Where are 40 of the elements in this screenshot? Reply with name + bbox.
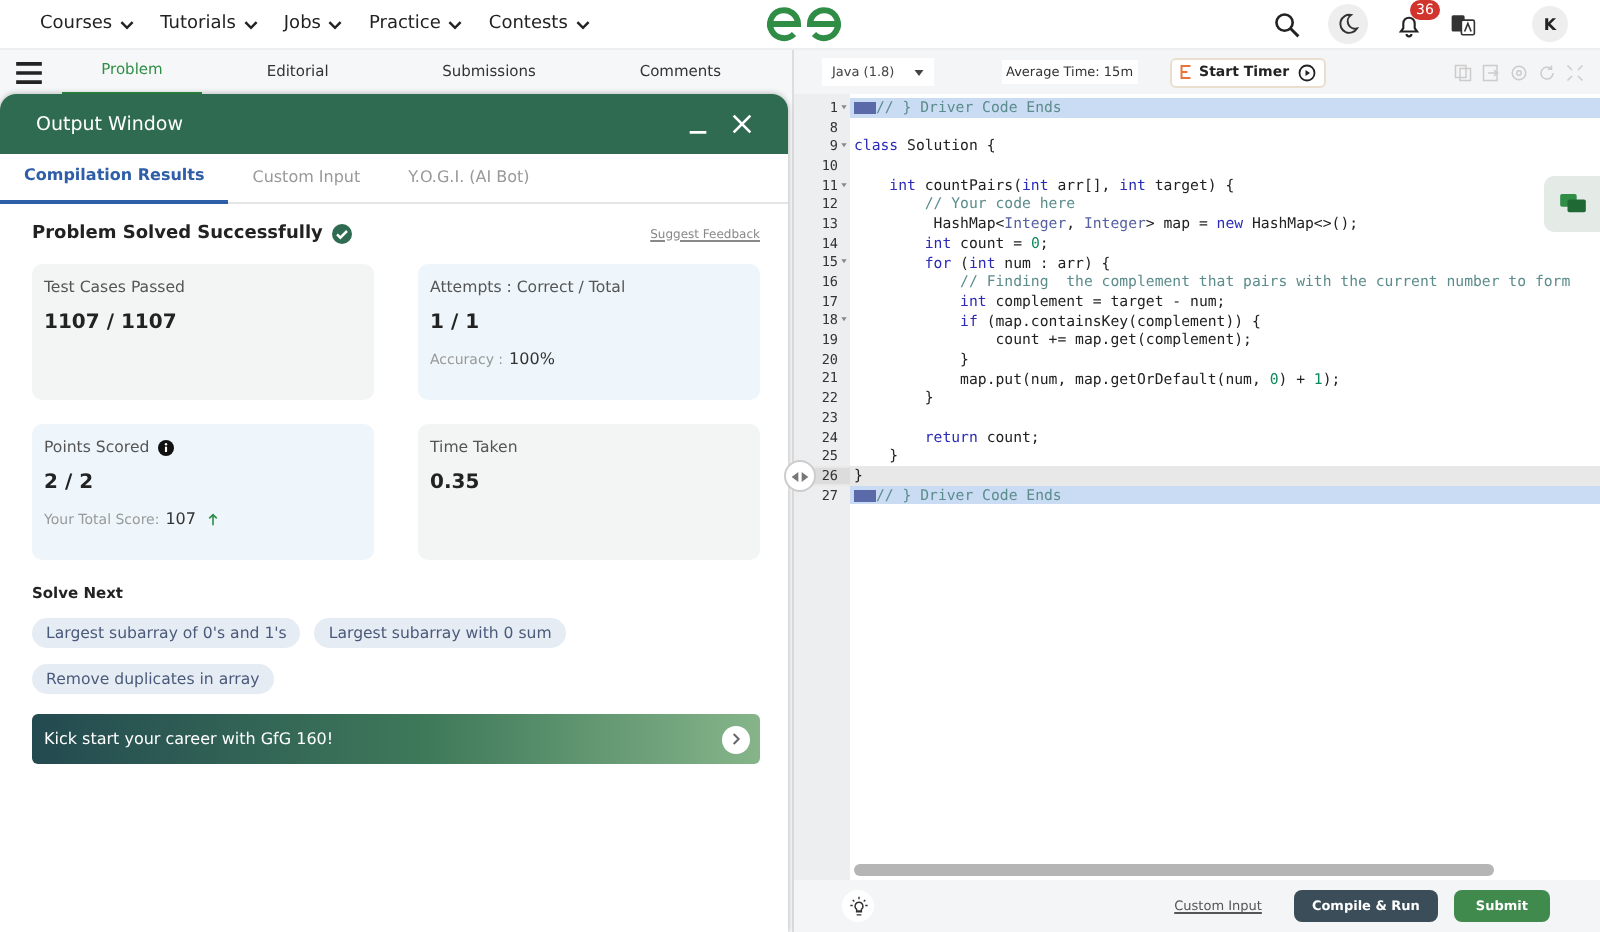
stat-value: 1107 / 1107 bbox=[44, 312, 177, 334]
dark-mode-button[interactable] bbox=[1328, 4, 1368, 44]
chevron-icon[interactable] bbox=[120, 19, 135, 29]
stat-value: 1 / 1 bbox=[430, 312, 480, 334]
chevron-icon[interactable] bbox=[575, 19, 590, 29]
chat-icon[interactable] bbox=[1559, 193, 1585, 215]
chevron-icon[interactable] bbox=[448, 19, 463, 29]
nav-menu-item[interactable]: Courses bbox=[40, 14, 135, 34]
nav-menu-item[interactable]: Contests bbox=[488, 14, 590, 34]
info-icon[interactable] bbox=[157, 439, 174, 455]
chevron-icon[interactable] bbox=[328, 19, 343, 29]
search-icon[interactable] bbox=[1274, 11, 1300, 37]
avatar[interactable]: K bbox=[1532, 6, 1568, 42]
check-icon bbox=[332, 224, 353, 244]
scrollbar-thumb[interactable] bbox=[854, 864, 1494, 876]
nav-menu-item[interactable]: Jobs bbox=[283, 14, 343, 34]
banner-text: Kick start your career with GfG 160! bbox=[44, 730, 336, 748]
resize-arrows-icon[interactable] bbox=[790, 469, 810, 483]
stat-note-value: 100% bbox=[509, 350, 555, 368]
chevron-icon[interactable] bbox=[243, 19, 258, 29]
output-tab[interactable]: Compilation Results bbox=[0, 152, 229, 204]
stat-value: 2 / 2 bbox=[44, 472, 94, 494]
menu-icon[interactable] bbox=[16, 61, 42, 83]
status-text: Problem Solved Successfully bbox=[32, 224, 323, 244]
nav-menu-item[interactable]: Tutorials bbox=[160, 14, 258, 34]
stat-note-value: 107 bbox=[165, 510, 196, 528]
nav-menu-item[interactable]: Practice bbox=[368, 14, 463, 34]
bell-icon[interactable] bbox=[1396, 11, 1422, 37]
play-icon[interactable] bbox=[1297, 63, 1316, 81]
chat-button[interactable] bbox=[1544, 176, 1600, 232]
fold-icon[interactable] bbox=[840, 103, 848, 112]
caret-icon[interactable] bbox=[914, 69, 924, 75]
translate-icon[interactable] bbox=[1450, 11, 1476, 37]
promo-banner[interactable]: Kick start your career with GfG 160! bbox=[32, 714, 760, 764]
moon-icon[interactable] bbox=[1336, 12, 1360, 36]
stat-value: 0.35 bbox=[430, 472, 480, 494]
logo[interactable] bbox=[764, 4, 844, 44]
arrow-button[interactable] bbox=[722, 725, 750, 753]
window-title: Output Window bbox=[36, 113, 185, 135]
close-icon[interactable] bbox=[732, 114, 752, 134]
